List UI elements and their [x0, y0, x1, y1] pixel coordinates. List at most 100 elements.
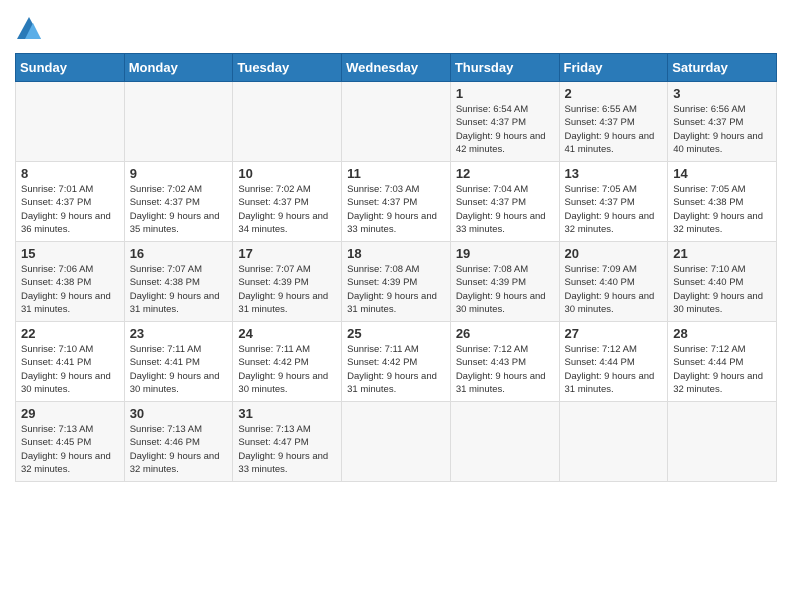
empty-day-cell	[668, 402, 777, 482]
day-info: Sunrise: 7:11 AMSunset: 4:42 PMDaylight:…	[347, 344, 437, 395]
empty-day-cell	[233, 82, 342, 162]
day-info: Sunrise: 7:02 AMSunset: 4:37 PMDaylight:…	[130, 184, 220, 235]
calendar-day-cell: 19 Sunrise: 7:08 AMSunset: 4:39 PMDaylig…	[450, 242, 559, 322]
calendar-day-cell: 16 Sunrise: 7:07 AMSunset: 4:38 PMDaylig…	[124, 242, 233, 322]
calendar-day-cell: 1 Sunrise: 6:54 AMSunset: 4:37 PMDayligh…	[450, 82, 559, 162]
empty-day-cell	[16, 82, 125, 162]
day-number: 2	[565, 86, 663, 101]
day-info: Sunrise: 7:08 AMSunset: 4:39 PMDaylight:…	[347, 264, 437, 315]
weekday-header: Saturday	[668, 54, 777, 82]
day-info: Sunrise: 7:05 AMSunset: 4:37 PMDaylight:…	[565, 184, 655, 235]
day-info: Sunrise: 6:56 AMSunset: 4:37 PMDaylight:…	[673, 104, 763, 155]
calendar-day-cell: 3 Sunrise: 6:56 AMSunset: 4:37 PMDayligh…	[668, 82, 777, 162]
logo	[15, 15, 47, 43]
logo-icon	[15, 15, 43, 43]
calendar-week-row: 22 Sunrise: 7:10 AMSunset: 4:41 PMDaylig…	[16, 322, 777, 402]
day-number: 13	[565, 166, 663, 181]
day-number: 29	[21, 406, 119, 421]
weekday-header: Wednesday	[342, 54, 451, 82]
day-number: 11	[347, 166, 445, 181]
calendar-day-cell: 17 Sunrise: 7:07 AMSunset: 4:39 PMDaylig…	[233, 242, 342, 322]
calendar-week-row: 15 Sunrise: 7:06 AMSunset: 4:38 PMDaylig…	[16, 242, 777, 322]
day-info: Sunrise: 7:12 AMSunset: 4:44 PMDaylight:…	[565, 344, 655, 395]
day-info: Sunrise: 7:04 AMSunset: 4:37 PMDaylight:…	[456, 184, 546, 235]
calendar-day-cell: 28 Sunrise: 7:12 AMSunset: 4:44 PMDaylig…	[668, 322, 777, 402]
calendar-week-row: 29 Sunrise: 7:13 AMSunset: 4:45 PMDaylig…	[16, 402, 777, 482]
weekday-header: Tuesday	[233, 54, 342, 82]
day-info: Sunrise: 7:09 AMSunset: 4:40 PMDaylight:…	[565, 264, 655, 315]
empty-day-cell	[450, 402, 559, 482]
calendar-day-cell: 10 Sunrise: 7:02 AMSunset: 4:37 PMDaylig…	[233, 162, 342, 242]
day-number: 17	[238, 246, 336, 261]
calendar-day-cell: 20 Sunrise: 7:09 AMSunset: 4:40 PMDaylig…	[559, 242, 668, 322]
day-number: 3	[673, 86, 771, 101]
day-number: 12	[456, 166, 554, 181]
calendar-day-cell: 12 Sunrise: 7:04 AMSunset: 4:37 PMDaylig…	[450, 162, 559, 242]
day-info: Sunrise: 6:55 AMSunset: 4:37 PMDaylight:…	[565, 104, 655, 155]
day-number: 28	[673, 326, 771, 341]
day-info: Sunrise: 7:12 AMSunset: 4:44 PMDaylight:…	[673, 344, 763, 395]
day-number: 10	[238, 166, 336, 181]
day-number: 18	[347, 246, 445, 261]
day-number: 16	[130, 246, 228, 261]
calendar-day-cell: 31 Sunrise: 7:13 AMSunset: 4:47 PMDaylig…	[233, 402, 342, 482]
calendar-day-cell: 29 Sunrise: 7:13 AMSunset: 4:45 PMDaylig…	[16, 402, 125, 482]
day-info: Sunrise: 7:06 AMSunset: 4:38 PMDaylight:…	[21, 264, 111, 315]
day-number: 25	[347, 326, 445, 341]
day-info: Sunrise: 7:01 AMSunset: 4:37 PMDaylight:…	[21, 184, 111, 235]
weekday-header: Monday	[124, 54, 233, 82]
page-header	[15, 15, 777, 43]
day-number: 15	[21, 246, 119, 261]
day-info: Sunrise: 7:10 AMSunset: 4:41 PMDaylight:…	[21, 344, 111, 395]
weekday-header: Thursday	[450, 54, 559, 82]
empty-day-cell	[559, 402, 668, 482]
day-number: 30	[130, 406, 228, 421]
calendar-day-cell: 9 Sunrise: 7:02 AMSunset: 4:37 PMDayligh…	[124, 162, 233, 242]
day-info: Sunrise: 7:05 AMSunset: 4:38 PMDaylight:…	[673, 184, 763, 235]
day-number: 27	[565, 326, 663, 341]
calendar-table: SundayMondayTuesdayWednesdayThursdayFrid…	[15, 53, 777, 482]
calendar-day-cell: 11 Sunrise: 7:03 AMSunset: 4:37 PMDaylig…	[342, 162, 451, 242]
calendar-day-cell: 23 Sunrise: 7:11 AMSunset: 4:41 PMDaylig…	[124, 322, 233, 402]
day-number: 14	[673, 166, 771, 181]
day-info: Sunrise: 7:07 AMSunset: 4:38 PMDaylight:…	[130, 264, 220, 315]
day-info: Sunrise: 7:13 AMSunset: 4:47 PMDaylight:…	[238, 424, 328, 475]
calendar-day-cell: 18 Sunrise: 7:08 AMSunset: 4:39 PMDaylig…	[342, 242, 451, 322]
day-info: Sunrise: 6:54 AMSunset: 4:37 PMDaylight:…	[456, 104, 546, 155]
calendar-day-cell: 13 Sunrise: 7:05 AMSunset: 4:37 PMDaylig…	[559, 162, 668, 242]
weekday-header: Sunday	[16, 54, 125, 82]
empty-day-cell	[342, 402, 451, 482]
calendar-day-cell: 21 Sunrise: 7:10 AMSunset: 4:40 PMDaylig…	[668, 242, 777, 322]
calendar-day-cell: 15 Sunrise: 7:06 AMSunset: 4:38 PMDaylig…	[16, 242, 125, 322]
day-number: 20	[565, 246, 663, 261]
day-number: 21	[673, 246, 771, 261]
day-number: 8	[21, 166, 119, 181]
empty-day-cell	[124, 82, 233, 162]
calendar-day-cell: 25 Sunrise: 7:11 AMSunset: 4:42 PMDaylig…	[342, 322, 451, 402]
calendar-week-row: 8 Sunrise: 7:01 AMSunset: 4:37 PMDayligh…	[16, 162, 777, 242]
day-number: 9	[130, 166, 228, 181]
day-info: Sunrise: 7:10 AMSunset: 4:40 PMDaylight:…	[673, 264, 763, 315]
calendar-day-cell: 2 Sunrise: 6:55 AMSunset: 4:37 PMDayligh…	[559, 82, 668, 162]
weekday-header-row: SundayMondayTuesdayWednesdayThursdayFrid…	[16, 54, 777, 82]
calendar-week-row: 1 Sunrise: 6:54 AMSunset: 4:37 PMDayligh…	[16, 82, 777, 162]
day-info: Sunrise: 7:07 AMSunset: 4:39 PMDaylight:…	[238, 264, 328, 315]
day-info: Sunrise: 7:13 AMSunset: 4:45 PMDaylight:…	[21, 424, 111, 475]
day-info: Sunrise: 7:13 AMSunset: 4:46 PMDaylight:…	[130, 424, 220, 475]
day-number: 31	[238, 406, 336, 421]
day-info: Sunrise: 7:02 AMSunset: 4:37 PMDaylight:…	[238, 184, 328, 235]
calendar-day-cell: 27 Sunrise: 7:12 AMSunset: 4:44 PMDaylig…	[559, 322, 668, 402]
day-number: 19	[456, 246, 554, 261]
day-info: Sunrise: 7:11 AMSunset: 4:42 PMDaylight:…	[238, 344, 328, 395]
calendar-day-cell: 30 Sunrise: 7:13 AMSunset: 4:46 PMDaylig…	[124, 402, 233, 482]
calendar-day-cell: 8 Sunrise: 7:01 AMSunset: 4:37 PMDayligh…	[16, 162, 125, 242]
calendar-day-cell: 24 Sunrise: 7:11 AMSunset: 4:42 PMDaylig…	[233, 322, 342, 402]
empty-day-cell	[342, 82, 451, 162]
day-number: 26	[456, 326, 554, 341]
day-number: 24	[238, 326, 336, 341]
weekday-header: Friday	[559, 54, 668, 82]
day-number: 23	[130, 326, 228, 341]
day-info: Sunrise: 7:11 AMSunset: 4:41 PMDaylight:…	[130, 344, 220, 395]
day-info: Sunrise: 7:12 AMSunset: 4:43 PMDaylight:…	[456, 344, 546, 395]
calendar-day-cell: 22 Sunrise: 7:10 AMSunset: 4:41 PMDaylig…	[16, 322, 125, 402]
